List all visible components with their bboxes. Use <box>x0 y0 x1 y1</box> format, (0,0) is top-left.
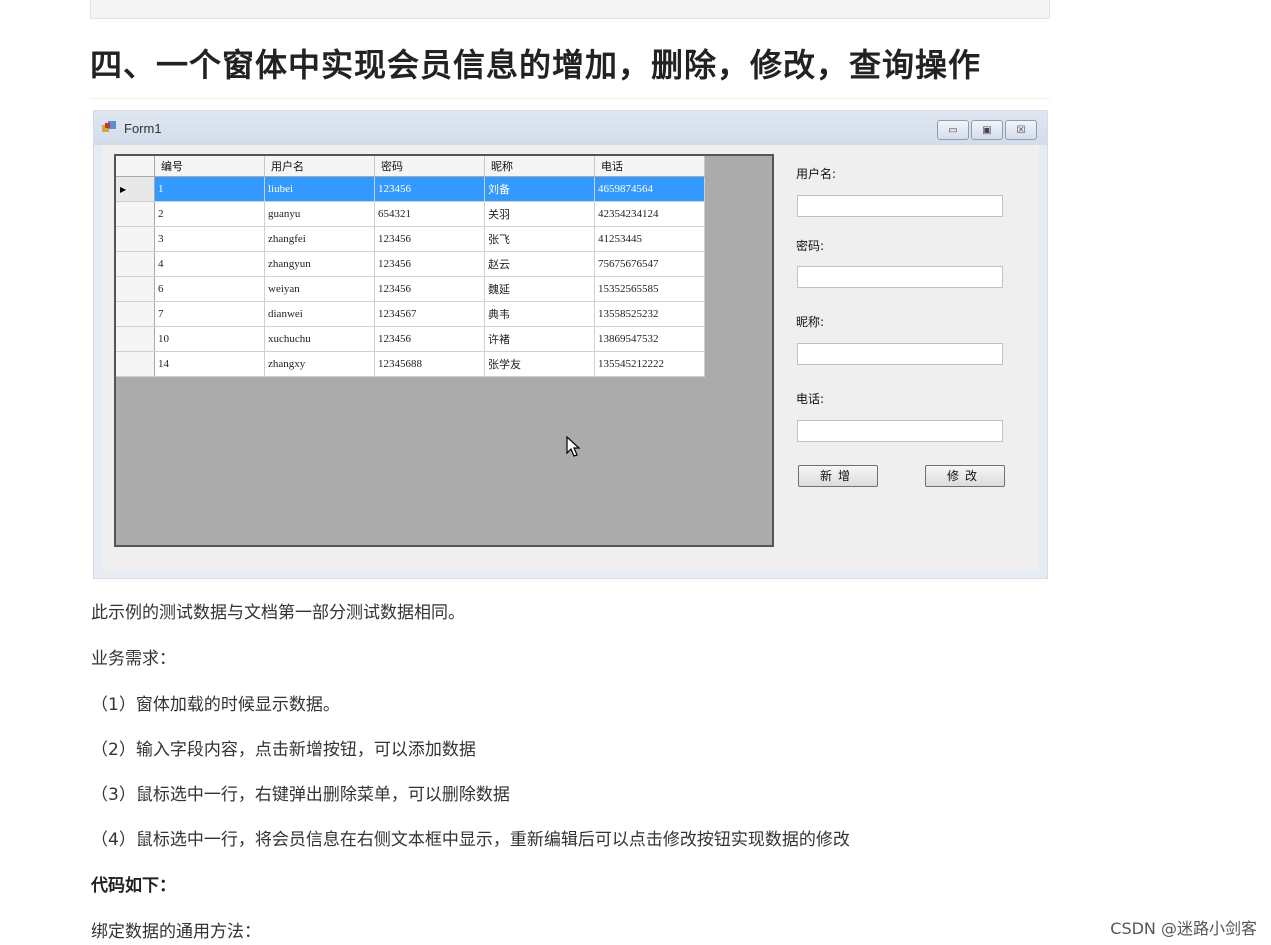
cell-nickname[interactable]: 关羽 <box>484 201 595 227</box>
cell-username[interactable]: zhangfei <box>264 226 375 252</box>
password-input[interactable] <box>797 266 1003 288</box>
cell-username[interactable]: dianwei <box>264 301 375 327</box>
requirement-2: （2）输入字段内容，点击新增按钮，可以添加数据 <box>91 740 476 760</box>
cell-password[interactable]: 123456 <box>374 226 485 252</box>
cell-phone[interactable]: 135545212222 <box>594 351 705 377</box>
table-row[interactable]: 4 zhangyun 123456 赵云 75675676547 <box>116 251 705 277</box>
cell-password[interactable]: 123456 <box>374 251 485 277</box>
cell-password[interactable]: 12345688 <box>374 351 485 377</box>
table-row[interactable]: 7 dianwei 1234567 典韦 13558525232 <box>116 301 705 327</box>
row-header[interactable]: ▶ <box>116 176 155 202</box>
cell-username[interactable]: zhangxy <box>264 351 375 377</box>
username-label: 用户名: <box>796 167 837 181</box>
cell-id[interactable]: 14 <box>154 351 265 377</box>
row-header[interactable] <box>116 301 155 327</box>
cell-nickname[interactable]: 赵云 <box>484 251 595 277</box>
cell-phone[interactable]: 15352565585 <box>594 276 705 302</box>
mouse-cursor-icon <box>566 436 581 457</box>
cell-password[interactable]: 1234567 <box>374 301 485 327</box>
cell-username[interactable]: liubei <box>264 176 375 202</box>
cell-nickname[interactable]: 张学友 <box>484 351 595 377</box>
column-header-phone[interactable]: 电话 <box>594 156 705 177</box>
requirement-4: （4）鼠标选中一行，将会员信息在右侧文本框中显示，重新编辑后可以点击修改按钮实现… <box>91 830 850 850</box>
cell-id[interactable]: 3 <box>154 226 265 252</box>
form-icon <box>102 121 116 132</box>
maximize-icon[interactable]: ▣ <box>971 120 1003 140</box>
cell-id[interactable]: 1 <box>154 176 265 202</box>
binding-method-heading: 绑定数据的通用方法： <box>91 922 261 942</box>
table-row[interactable]: ▶ 1 liubei 123456 刘备 4659874564 <box>116 176 705 202</box>
phone-input[interactable] <box>797 420 1003 442</box>
csdn-watermark: CSDN @迷路小剑客 <box>1110 919 1257 938</box>
column-header-nickname[interactable]: 昵称 <box>484 156 595 177</box>
row-header[interactable] <box>116 251 155 277</box>
password-label: 密码: <box>796 239 825 253</box>
cell-phone[interactable]: 13869547532 <box>594 326 705 352</box>
requirement-1: （1）窗体加载的时候显示数据。 <box>91 695 340 715</box>
paragraph-intro: 此示例的测试数据与文档第一部分测试数据相同。 <box>91 603 465 623</box>
cell-id[interactable]: 7 <box>154 301 265 327</box>
requirement-3: （3）鼠标选中一行，右键弹出删除菜单，可以删除数据 <box>91 785 510 805</box>
cell-id[interactable]: 4 <box>154 251 265 277</box>
row-header-corner <box>116 156 155 177</box>
add-button[interactable]: 新增 <box>798 465 878 487</box>
row-header[interactable] <box>116 201 155 227</box>
form1-screenshot: Form1 ▭ ▣ ☒ 编号 用户名 密码 昵称 电话 ▶ 1 liubei 1… <box>93 110 1048 579</box>
window-titlebar: Form1 ▭ ▣ ☒ <box>94 111 1047 145</box>
column-header-username[interactable]: 用户名 <box>264 156 375 177</box>
row-pointer-icon: ▶ <box>120 185 127 194</box>
cell-phone[interactable]: 42354234124 <box>594 201 705 227</box>
nickname-input[interactable] <box>797 343 1003 365</box>
cell-username[interactable]: guanyu <box>264 201 375 227</box>
form-client-area: 编号 用户名 密码 昵称 电话 ▶ 1 liubei 123456 刘备 46598745… <box>102 145 1039 571</box>
datagrid-table: 编号 用户名 密码 昵称 电话 ▶ 1 liubei 123456 刘备 46598745… <box>116 156 705 377</box>
cell-nickname[interactable]: 许褚 <box>484 326 595 352</box>
cell-password[interactable]: 123456 <box>374 326 485 352</box>
phone-label: 电话: <box>796 392 825 406</box>
cell-username[interactable]: weiyan <box>264 276 375 302</box>
cell-username[interactable]: xuchuchu <box>264 326 375 352</box>
cell-password[interactable]: 123456 <box>374 276 485 302</box>
table-row[interactable]: 6 weiyan 123456 魏延 15352565585 <box>116 276 705 302</box>
nickname-label: 昵称: <box>796 315 825 329</box>
member-datagrid[interactable]: 编号 用户名 密码 昵称 电话 ▶ 1 liubei 123456 刘备 46598745… <box>114 154 774 547</box>
cell-username[interactable]: zhangyun <box>264 251 375 277</box>
minimize-icon[interactable]: ▭ <box>937 120 969 140</box>
cell-phone[interactable]: 4659874564 <box>594 176 705 202</box>
cell-phone[interactable]: 13558525232 <box>594 301 705 327</box>
table-row[interactable]: 14 zhangxy 12345688 张学友 135545212222 <box>116 351 705 377</box>
cell-phone[interactable]: 75675676547 <box>594 251 705 277</box>
column-header-id[interactable]: 编号 <box>154 156 265 177</box>
column-header-password[interactable]: 密码 <box>374 156 485 177</box>
edit-button[interactable]: 修改 <box>925 465 1005 487</box>
cell-password[interactable]: 123456 <box>374 176 485 202</box>
cell-id[interactable]: 6 <box>154 276 265 302</box>
cell-nickname[interactable]: 典韦 <box>484 301 595 327</box>
header-row: 编号 用户名 密码 昵称 电话 <box>116 156 705 177</box>
close-icon[interactable]: ☒ <box>1005 120 1037 140</box>
paragraph-requirements: 业务需求： <box>91 649 176 669</box>
username-input[interactable] <box>797 195 1003 217</box>
section-heading: 四、一个窗体中实现会员信息的增加，删除，修改，查询操作 <box>90 40 1050 99</box>
table-row[interactable]: 2 guanyu 654321 关羽 42354234124 <box>116 201 705 227</box>
row-header[interactable] <box>116 326 155 352</box>
table-row[interactable]: 10 xuchuchu 123456 许褚 13869547532 <box>116 326 705 352</box>
cell-nickname[interactable]: 刘备 <box>484 176 595 202</box>
cell-nickname[interactable]: 魏延 <box>484 276 595 302</box>
row-header[interactable] <box>116 351 155 377</box>
cell-id[interactable]: 2 <box>154 201 265 227</box>
previous-code-block-edge <box>90 0 1050 19</box>
code-heading: 代码如下： <box>91 876 176 896</box>
cell-phone[interactable]: 41253445 <box>594 226 705 252</box>
cell-nickname[interactable]: 张飞 <box>484 226 595 252</box>
row-header[interactable] <box>116 226 155 252</box>
table-row[interactable]: 3 zhangfei 123456 张飞 41253445 <box>116 226 705 252</box>
row-header[interactable] <box>116 276 155 302</box>
cell-id[interactable]: 10 <box>154 326 265 352</box>
cell-password[interactable]: 654321 <box>374 201 485 227</box>
window-title: Form1 <box>124 121 162 136</box>
